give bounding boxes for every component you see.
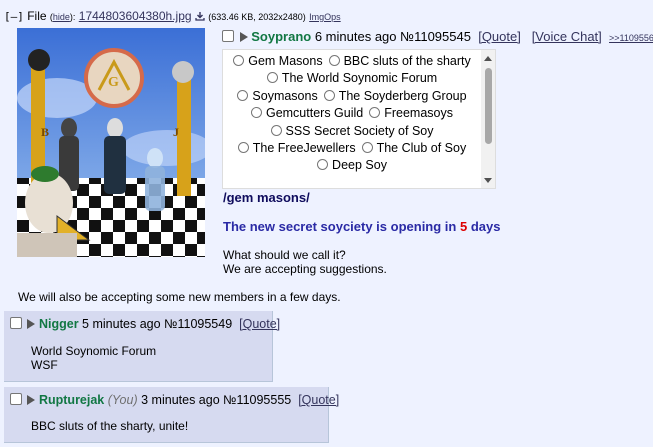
- imgops-link[interactable]: ImgOps: [309, 12, 341, 22]
- post-number[interactable]: №11095555: [223, 393, 291, 407]
- quote-link[interactable]: [Quote]: [239, 317, 280, 331]
- reply-body: World Soynomic Forum WSF: [31, 344, 156, 372]
- poll-option[interactable]: The FreeJewellers: [237, 140, 356, 157]
- post-body: What should we call it? We are accepting…: [223, 248, 387, 276]
- file-meta: (633.46 KB, 2032x2480): [208, 12, 306, 22]
- file-label: File: [27, 9, 47, 23]
- post-checkbox[interactable]: [10, 317, 22, 329]
- you-marker: (You): [107, 393, 138, 407]
- post-time: 3 minutes ago: [141, 393, 220, 407]
- post-menu-arrow-icon[interactable]: [27, 319, 36, 329]
- poll-option-label: Freemasoys: [384, 106, 454, 121]
- scroll-down-icon[interactable]: [484, 178, 492, 183]
- poll-option[interactable]: Freemasoys: [369, 105, 453, 122]
- radio-button[interactable]: [317, 159, 329, 171]
- poll-option[interactable]: The World Soynomic Forum: [266, 70, 438, 87]
- post-menu-arrow-icon[interactable]: [27, 395, 36, 405]
- post-headline: The new secret soyciety is opening in 5 …: [223, 219, 500, 234]
- poster-name: Soyprano: [251, 29, 312, 44]
- collapse-toggle[interactable]: [–]: [4, 10, 24, 23]
- poll-option[interactable]: Gemcutters Guild: [250, 105, 364, 122]
- post-checkbox[interactable]: [222, 30, 234, 42]
- quote-link[interactable]: [Quote]: [298, 393, 339, 407]
- hide-link-wrap: (hide):: [49, 12, 76, 22]
- post-menu-arrow-icon[interactable]: [239, 32, 248, 42]
- radio-button[interactable]: [328, 55, 340, 66]
- scroll-up-icon[interactable]: [484, 56, 492, 61]
- poll-scrollbar[interactable]: [481, 50, 495, 188]
- poll-row: The World Soynomic Forum: [223, 70, 481, 87]
- poll-options: Gem Masons BBC sluts of the sharty The Wor…: [223, 53, 481, 175]
- poll-row: The FreeJewellers The Club of Soy: [223, 140, 481, 157]
- poll-row: Gem Masons BBC sluts of the sharty: [223, 53, 481, 70]
- svg-text:B: B: [41, 125, 49, 139]
- poll-row: Gemcutters Guild Freemasoys: [223, 105, 481, 122]
- poll-option-label: The Soyderberg Group: [338, 88, 467, 103]
- body-line: WSF: [31, 358, 58, 372]
- svg-text:J: J: [173, 125, 179, 139]
- poll-box[interactable]: Gem Masons BBC sluts of the sharty The Wor…: [222, 49, 496, 189]
- radio-button[interactable]: [369, 107, 381, 119]
- op-post-header: Soyprano 6 minutes ago №11095545 [Quote]…: [222, 29, 653, 44]
- body-line: We are accepting suggestions.: [223, 262, 387, 276]
- radio-button[interactable]: [237, 142, 249, 154]
- poll-option-label: Soymasons: [252, 88, 318, 103]
- quote-link[interactable]: [Quote]: [478, 29, 521, 44]
- post-time: 5 minutes ago: [82, 317, 161, 331]
- poll-option-label: The Club of Soy: [376, 141, 467, 156]
- radio-button[interactable]: [361, 142, 373, 154]
- poll-option[interactable]: SSS Secret Society of Soy: [270, 123, 434, 140]
- reply-post: Nigger 5 minutes ago №11095549 [Quote] W…: [4, 311, 280, 382]
- reply-header: Nigger 5 minutes ago №11095549 [Quote]: [10, 317, 280, 331]
- post-subject: /gem masons/: [223, 190, 310, 205]
- poll-option-label: The FreeJewellers: [252, 141, 356, 156]
- poll-option[interactable]: Soymasons: [237, 88, 318, 105]
- poll-option-label: Gemcutters Guild: [265, 106, 364, 121]
- file-info: [–] File (hide): 1744803604380h.jpg (633…: [4, 9, 341, 23]
- poll-option[interactable]: BBC sluts of the sharty: [328, 53, 471, 70]
- poster-name: Nigger: [38, 317, 79, 331]
- poll-option[interactable]: Gem Masons: [233, 53, 323, 70]
- reply-header: Rupturejak (You) 3 minutes ago №11095555…: [10, 393, 339, 407]
- poll-option-label: BBC sluts of the sharty: [343, 54, 471, 68]
- poll-row: Soymasons The Soyderberg Group: [223, 88, 481, 105]
- svg-text:G: G: [108, 75, 119, 90]
- poll-option-label: Deep Soy: [332, 158, 387, 173]
- post-number[interactable]: №11095549: [164, 317, 232, 331]
- post-number[interactable]: №11095545: [400, 29, 471, 44]
- post-time: 6 minutes ago: [314, 29, 397, 44]
- poll-option[interactable]: The Club of Soy: [361, 140, 467, 157]
- scrollbar-thumb[interactable]: [485, 68, 492, 144]
- radio-button[interactable]: [233, 55, 245, 66]
- radio-button[interactable]: [266, 72, 278, 84]
- poll-row: SSS Secret Society of Soy: [223, 123, 481, 140]
- poll-option[interactable]: The Soyderberg Group: [323, 88, 467, 105]
- backlink[interactable]: >>11095568: [609, 33, 653, 43]
- radio-button[interactable]: [237, 89, 249, 101]
- post-checkbox[interactable]: [10, 393, 22, 405]
- poll-option-label: SSS Secret Society of Soy: [285, 123, 434, 138]
- reply-body: BBC sluts of the sharty, unite!: [31, 419, 188, 433]
- headline-text: The new secret soyciety is opening in: [223, 219, 460, 234]
- file-name-link[interactable]: 1744803604380h.jpg: [79, 9, 192, 23]
- poll-option-label: Gem Masons: [248, 54, 323, 68]
- post-image[interactable]: B J G: [17, 28, 212, 257]
- poll-row: Deep Soy: [223, 157, 481, 174]
- voice-chat-link[interactable]: [Voice Chat]: [532, 29, 602, 44]
- reply-post: Rupturejak (You) 3 minutes ago №11095555…: [4, 387, 339, 443]
- poll-option[interactable]: Deep Soy: [317, 157, 387, 174]
- radio-button[interactable]: [250, 107, 262, 119]
- hide-link[interactable]: hide: [53, 12, 70, 22]
- poster-name: Rupturejak: [38, 393, 105, 407]
- radio-button[interactable]: [270, 124, 282, 136]
- post-body-line: We will also be accepting some new membe…: [18, 290, 341, 304]
- body-line: BBC sluts of the sharty, unite!: [31, 419, 189, 433]
- poll-option-label: The World Soynomic Forum: [281, 71, 438, 86]
- radio-button[interactable]: [323, 89, 335, 101]
- body-line: What should we call it?: [223, 248, 346, 262]
- body-line: World Soynomic Forum: [31, 344, 157, 358]
- headline-suffix: days: [467, 219, 501, 234]
- download-icon[interactable]: [195, 10, 205, 21]
